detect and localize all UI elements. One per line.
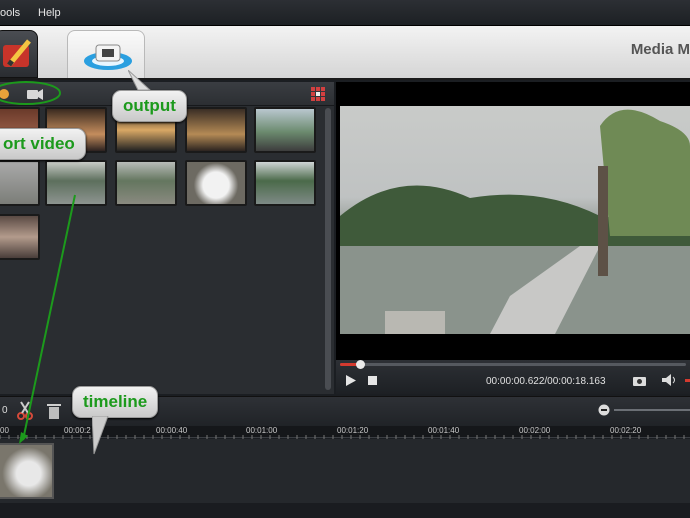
timeline-callout: timeline [72, 386, 159, 418]
import-video-callout: ort video [0, 128, 86, 160]
callout-pointer [128, 70, 152, 91]
callout-pointer [92, 416, 109, 455]
output-callout: output [112, 90, 187, 122]
